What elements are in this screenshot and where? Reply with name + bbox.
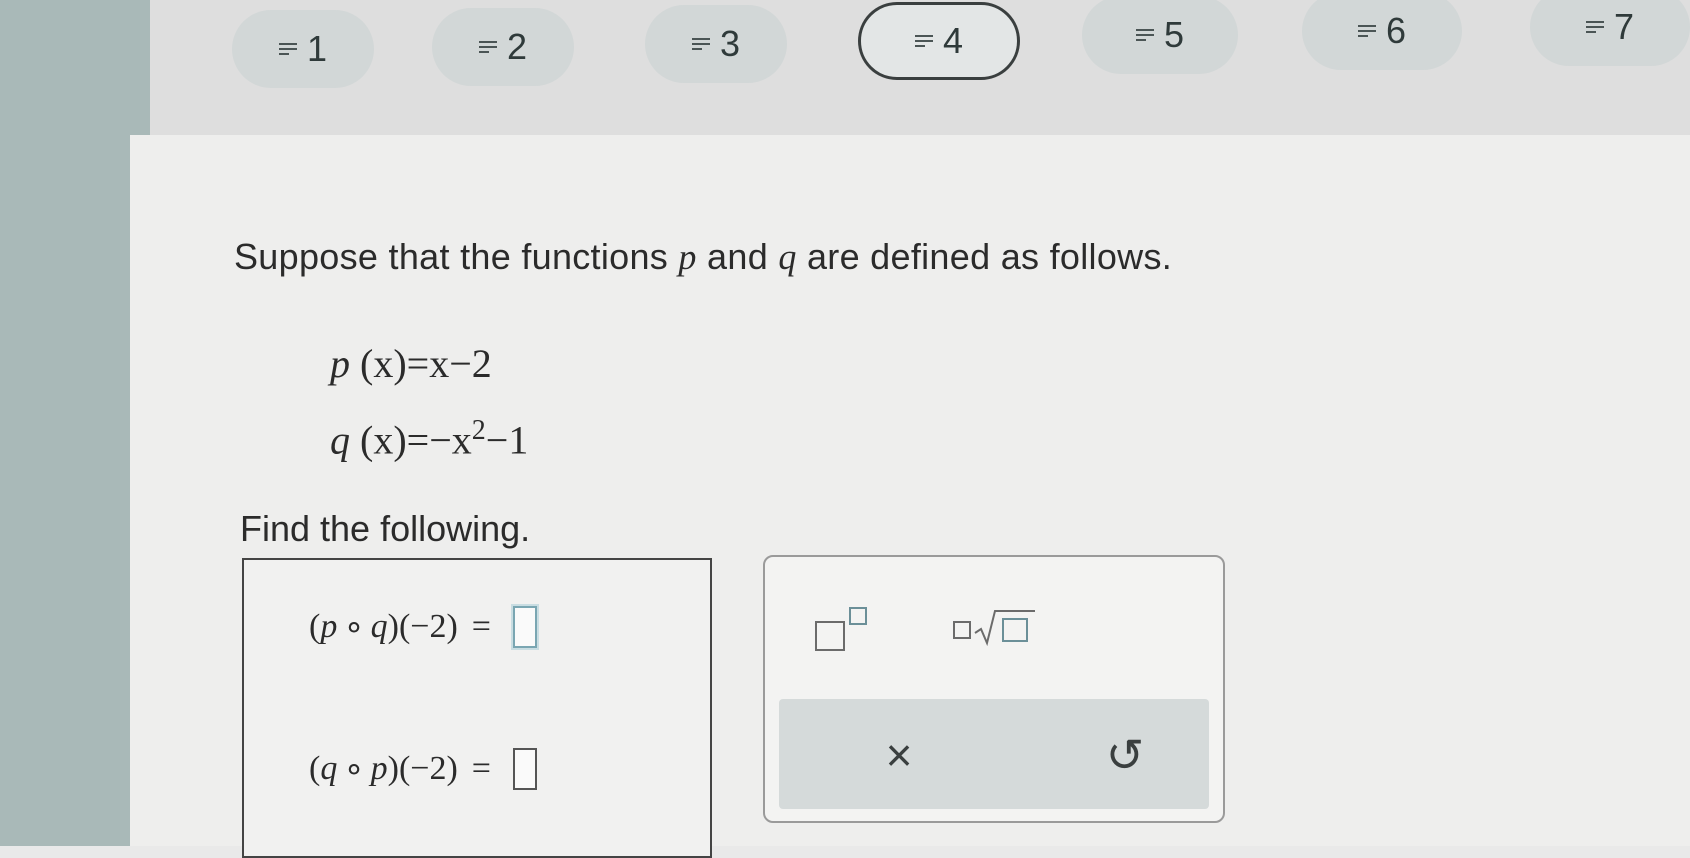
p-definition: p (x)=x−2 [330, 341, 492, 386]
question-button-3[interactable]: 3 [645, 5, 787, 83]
variable-p: p [678, 237, 697, 277]
question-button-6[interactable]: 6 [1302, 0, 1462, 70]
math-toolbox: × ↺ [763, 555, 1225, 823]
equation-icon [1135, 28, 1154, 42]
question-button-2[interactable]: 2 [432, 8, 574, 86]
question-button-1[interactable]: 1 [232, 10, 374, 88]
toolbox-action-bar: × ↺ [779, 699, 1209, 809]
question-number: 4 [942, 20, 964, 61]
answer-input-q-of-p[interactable] [512, 748, 537, 790]
answer-row-p-of-q: (p ∘ q) (−2) = [309, 606, 537, 648]
equation-icon [1357, 24, 1376, 38]
answer-area: (p ∘ q) (−2) = (q ∘ p) (−2) = [242, 558, 712, 858]
q-definition: q (x)=−x2−1 [330, 415, 529, 463]
equation-icon [691, 37, 710, 51]
question-number: 1 [306, 28, 328, 69]
equation-icon [1585, 20, 1604, 34]
variable-q: q [778, 237, 797, 277]
left-background-strip [0, 0, 150, 846]
question-number: 7 [1613, 6, 1635, 47]
question-button-7[interactable]: 7 [1530, 0, 1690, 66]
question-button-5[interactable]: 5 [1082, 0, 1238, 74]
equation-icon [914, 34, 933, 48]
find-label: Find the following. [240, 508, 531, 549]
question-button-4[interactable]: 4 [858, 2, 1020, 80]
nth-root-icon[interactable] [953, 607, 1037, 647]
answer-input-p-of-q[interactable] [512, 606, 537, 648]
superscript-icon[interactable] [815, 607, 867, 651]
question-number: 3 [719, 23, 741, 64]
undo-icon[interactable]: ↺ [1097, 727, 1153, 783]
question-number: 2 [506, 26, 528, 67]
question-number: 6 [1385, 10, 1407, 51]
clear-icon[interactable]: × [871, 727, 927, 783]
equation-icon [478, 40, 497, 54]
equation-icon [278, 42, 297, 56]
answer-row-q-of-p: (q ∘ p) (−2) = [309, 748, 537, 790]
question-number: 5 [1163, 14, 1185, 55]
question-prompt: Suppose that the functions p and q are d… [234, 236, 1173, 277]
